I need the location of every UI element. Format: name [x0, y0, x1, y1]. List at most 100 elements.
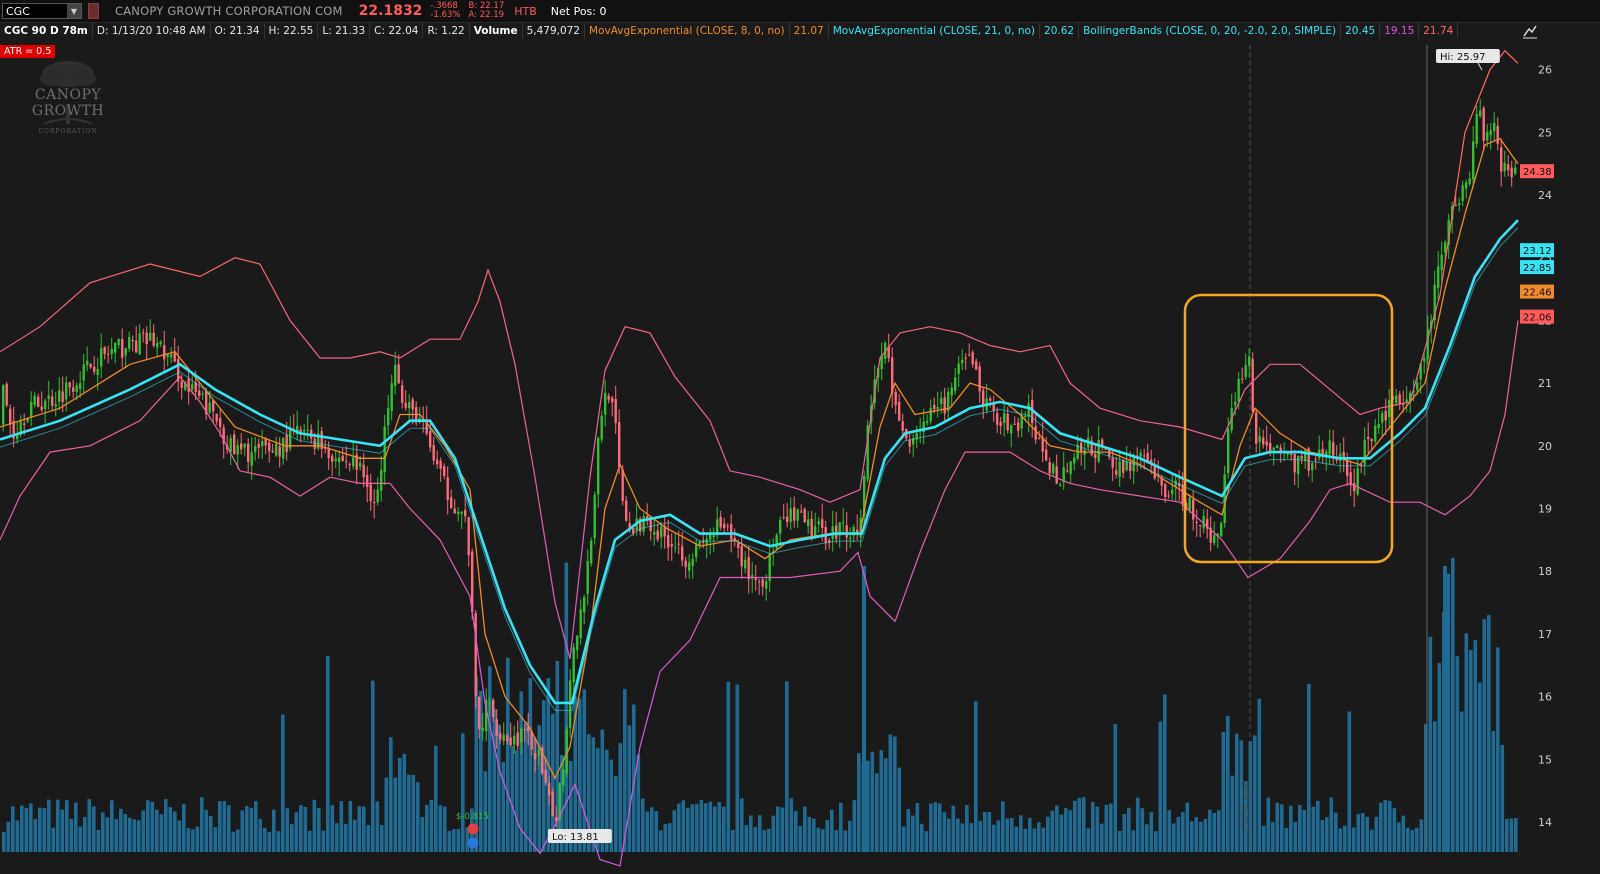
volume-bar: [213, 827, 218, 852]
candle-body: [950, 387, 953, 396]
candle-body: [964, 357, 967, 359]
candle-body: [1437, 266, 1440, 288]
volume-bar: [438, 805, 443, 852]
volume-bar: [96, 829, 101, 852]
volume-bar: [978, 820, 983, 852]
volume-bar: [191, 829, 195, 852]
volume-bar: [1194, 817, 1199, 852]
candle-body: [1055, 466, 1058, 484]
candle-body: [1220, 522, 1223, 537]
volume-bar: [38, 807, 42, 852]
candle-body: [261, 441, 264, 447]
volume-bar: [740, 798, 744, 852]
volume-bar: [686, 807, 690, 852]
chart-style-icon[interactable]: [1522, 23, 1538, 39]
candle-body: [1510, 167, 1513, 178]
volume-bar: [1334, 812, 1338, 852]
ema21-line: [0, 219, 1519, 705]
volume-bar: [722, 806, 726, 852]
candle-body: [450, 497, 453, 509]
volume-bar: [929, 803, 933, 852]
volume-bar: [128, 817, 132, 852]
candle-body: [1108, 449, 1111, 457]
volume-bar: [1388, 800, 1392, 852]
candle-body: [152, 332, 155, 346]
candle-body: [1059, 484, 1062, 486]
volume-bar: [767, 828, 771, 852]
candle-body: [44, 400, 47, 409]
volume-bar: [875, 773, 879, 852]
volume-bar: [173, 811, 177, 852]
volume-bar: [200, 797, 204, 852]
volume-bar: [677, 803, 681, 852]
price-chart[interactable]: 2019 year 1415161718192021222324252624.3…: [0, 40, 1600, 874]
candle-body: [621, 469, 624, 501]
bollinger-mid-line: [0, 227, 1519, 711]
volume-label[interactable]: Volume: [470, 22, 523, 39]
candle-body: [775, 535, 778, 549]
volume-bar: [1505, 819, 1509, 852]
volume-bar: [402, 753, 407, 852]
chevron-down-icon[interactable]: ▼: [67, 4, 81, 18]
volume-bar: [897, 767, 902, 852]
volume-bar: [965, 804, 969, 852]
candle-body: [691, 559, 694, 566]
candle-body: [453, 508, 456, 514]
volume-bar: [123, 813, 128, 852]
volume-bar: [1140, 808, 1145, 852]
candle-body: [390, 383, 393, 412]
candle-body: [1227, 429, 1230, 473]
candle-body: [408, 401, 411, 409]
candle-body: [369, 484, 372, 502]
candle-body: [173, 352, 176, 362]
candle-body: [1388, 400, 1391, 418]
candle-body: [121, 339, 124, 358]
candle-body: [1171, 489, 1174, 495]
volume-bar: [762, 830, 767, 852]
volume-bar: [1095, 806, 1100, 852]
candle-body: [219, 417, 222, 427]
volume-bar: [1221, 731, 1226, 852]
volume-bar: [830, 809, 834, 852]
candle-body: [821, 519, 824, 528]
volume-bar: [911, 815, 915, 852]
candle-body: [719, 516, 722, 528]
ema21-value: 20.62: [1040, 22, 1080, 39]
volume-bar: [956, 818, 960, 852]
volume-bar: [371, 680, 375, 852]
candle-body: [1458, 203, 1461, 206]
volume-bar: [843, 830, 848, 852]
chart-label[interactable]: CGC 90 D 78m: [0, 22, 93, 39]
link-icon[interactable]: [88, 3, 99, 19]
volume-bar: [870, 751, 875, 852]
bb-label[interactable]: BollingerBands (CLOSE, 0, 20, -2.0, 2.0,…: [1079, 22, 1342, 39]
candle-body: [1073, 457, 1076, 464]
candle-body: [100, 348, 103, 367]
candle-body: [348, 463, 351, 465]
candle-body: [989, 398, 992, 401]
volume-bar: [1181, 812, 1185, 852]
study-bar: CGC 90 D 78m D: 1/13/20 10:48 AM O: 21.3…: [0, 22, 1459, 39]
ema8-label[interactable]: MovAvgExponential (CLOSE, 8, 0, no): [585, 22, 790, 39]
candle-body: [996, 413, 999, 425]
candle-body: [1069, 461, 1072, 475]
symbol-input-box[interactable]: CGC ▼: [2, 3, 82, 19]
volume-bar: [983, 811, 987, 852]
symbol-input[interactable]: CGC: [3, 5, 30, 18]
event-icon: [467, 823, 479, 835]
candle-body: [943, 397, 946, 414]
candle-body: [488, 702, 491, 704]
volume-bar: [1307, 683, 1311, 852]
price-marker-label: 23.12: [1523, 246, 1552, 257]
candle-body: [572, 647, 575, 683]
candle-body: [803, 509, 806, 523]
volume-bar: [65, 800, 69, 852]
candle-body: [1017, 422, 1020, 431]
candle-body: [677, 543, 680, 545]
volume-bar: [942, 812, 947, 852]
candle-body: [1244, 364, 1247, 378]
price-tick-label: 18: [1538, 565, 1552, 578]
ema21-label[interactable]: MovAvgExponential (CLOSE, 21, 0, no): [829, 22, 1041, 39]
volume-bar: [119, 808, 123, 852]
bb-lower-value: 19.15: [1380, 22, 1420, 39]
